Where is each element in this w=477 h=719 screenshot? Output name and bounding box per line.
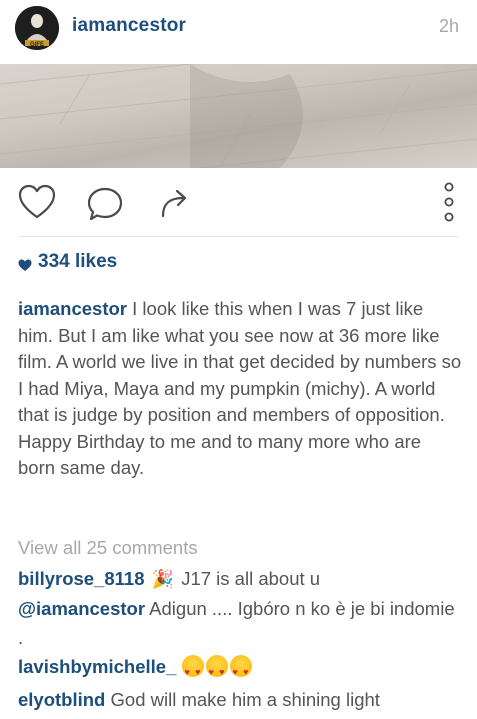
post-image[interactable] [0,64,477,168]
post-header: GIFE iamancestor 2h [0,0,477,64]
action-bar [0,168,477,238]
floor-texture [0,64,477,168]
more-options-button[interactable] [440,180,458,229]
comment-button[interactable] [87,186,125,227]
comment-text: J17 is all about u [176,568,321,589]
comment-username[interactable]: elyotblind [18,689,105,710]
comment-bubble-icon [87,187,123,221]
divider [18,236,459,237]
comment-username[interactable]: lavishbymichelle_ [18,656,176,677]
comment-mention[interactable]: @iamancestor [18,598,145,619]
caption-text: I look like this when I was 7 just like … [18,298,462,478]
avatar[interactable]: GIFE [15,6,59,50]
comment-item: elyotblind God will make him a shining l… [18,685,463,714]
comment-username[interactable]: billyrose_8118 [18,568,145,589]
comment-text: God will make him a shining light [105,689,380,710]
avatar-figure-icon: GIFE [15,6,59,50]
vertical-dots-icon [444,182,454,222]
heart-eyes-emoji-icon [205,655,228,687]
share-button[interactable] [159,186,193,225]
post-username[interactable]: iamancestor [72,15,186,37]
heart-outline-icon [18,184,56,219]
comment-item: billyrose_8118 🎉 J17 is all about u @iam… [18,564,463,652]
likes-count[interactable]: 334 likes [18,251,117,273]
likes-label: 334 likes [38,251,118,272]
like-button[interactable] [18,184,56,225]
heart-filled-icon [18,259,32,271]
party-popper-emoji: 🎉 [151,569,175,589]
caption-username[interactable]: iamancestor [18,298,127,319]
post-timestamp: 2h [438,16,459,36]
avatar-label: GIFE [30,42,44,48]
heart-eyes-emoji-icon [181,655,204,687]
heart-eyes-emoji-icon [229,655,252,687]
post-caption: iamancestor I look like this when I was … [18,296,463,482]
share-arrow-icon [161,189,187,218]
comment-item: lavishbymichelle_ [18,652,463,687]
view-all-comments-link[interactable]: View all 25 comments [18,537,198,559]
